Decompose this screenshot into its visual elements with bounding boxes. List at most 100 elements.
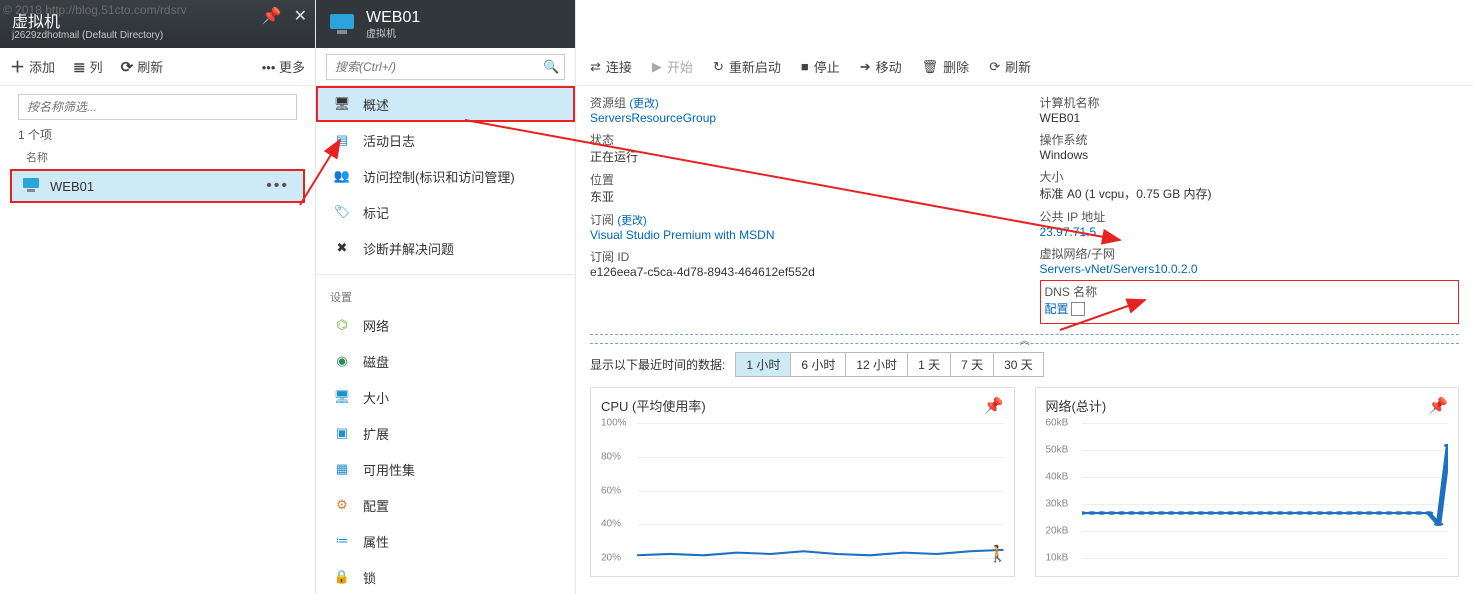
menu-search-input[interactable] — [326, 54, 565, 80]
stop-icon: ■ — [801, 59, 809, 74]
columns-button[interactable]: ≣列 — [73, 57, 103, 76]
os-label: 操作系统 — [1040, 133, 1088, 147]
col-header-name: 名称 — [26, 149, 297, 165]
nav-disks-label: 磁盘 — [363, 352, 389, 371]
chart-network[interactable]: 网络(总计) 📌 60kB 50kB 40kB 30kB 20kB 10kB — [1035, 387, 1460, 577]
delete-button[interactable]: 🗑删除 — [922, 57, 970, 76]
nav-tags[interactable]: 🏷 标记 — [316, 194, 575, 230]
nav-activity-log[interactable]: ▤ 活动日志 — [316, 122, 575, 158]
time-30d[interactable]: 30 天 — [994, 353, 1043, 376]
blade-vm-list: 虚拟机 j2629zdhotmail (Default Directory) 📌… — [0, 0, 315, 594]
filter-box — [18, 94, 297, 120]
vnet-value[interactable]: Servers-vNet/Servers10.0.2.0 — [1040, 262, 1198, 276]
avset-icon: ▦ — [333, 461, 351, 477]
nav-avset[interactable]: ▦可用性集 — [316, 451, 575, 487]
blade-head-left: 虚拟机 j2629zdhotmail (Default Directory) 📌… — [0, 0, 315, 48]
stop-button[interactable]: ■ 停止 — [801, 57, 840, 76]
restart-label: 重新启动 — [729, 57, 781, 76]
connect-label: 连接 — [606, 57, 632, 76]
filter-input[interactable] — [18, 94, 297, 120]
chart-cpu[interactable]: CPU (平均使用率) 📌 100% 80% 60% 40% 20% 🚶 — [590, 387, 1015, 577]
size-icon: 🖥 — [333, 389, 351, 405]
add-button[interactable]: ＋添加 — [10, 56, 55, 77]
left-cmdbar: ＋添加 ≣列 ⟳刷新 ••• 更多 — [0, 48, 315, 86]
collapse-bar[interactable]: ︽ — [590, 334, 1459, 344]
pip-value[interactable]: 23.97.71.5 — [1040, 225, 1097, 239]
time-1h[interactable]: 1 小时 — [736, 353, 791, 376]
play-icon: ▶ — [652, 59, 662, 75]
refresh-button[interactable]: ⟳刷新 — [121, 57, 164, 76]
charts-row: CPU (平均使用率) 📌 100% 80% 60% 40% 20% 🚶 网络(… — [576, 387, 1473, 577]
refresh-right-label: 刷新 — [1005, 57, 1031, 76]
nav-config[interactable]: ⚙配置 — [316, 487, 575, 523]
status-label: 状态 — [590, 133, 614, 147]
resource-nav: 🖥概述 ▤活动日志 👥访问控制(标识和访问管理) 🏷标记 ✖诊断并解决问题 设置… — [316, 86, 575, 594]
stop-label: 停止 — [814, 57, 840, 76]
pin-cpu-icon[interactable]: 📌 — [984, 396, 1004, 416]
activity-log-icon: ▤ — [333, 132, 351, 148]
nav-diagnose[interactable]: ✖诊断并解决问题 — [316, 230, 575, 266]
iam-icon: 👥 — [333, 168, 351, 184]
diagnose-icon: ✖ — [333, 240, 351, 256]
size-value: 标准 A0 (1 vcpu，0.75 GB 内存) — [1040, 187, 1212, 201]
sub-edit-link[interactable]: (更改) — [617, 215, 646, 227]
lock-icon: 🔒 — [333, 569, 351, 585]
time-6h[interactable]: 6 小时 — [791, 353, 846, 376]
time-7d[interactable]: 7 天 — [951, 353, 994, 376]
vm-icon — [22, 177, 40, 196]
move-label: 移动 — [876, 57, 902, 76]
nav-overview-label: 概述 — [363, 95, 389, 114]
chart-net-area: 60kB 50kB 40kB 30kB 20kB 10kB — [1082, 423, 1449, 558]
arrow-right-icon: ➔ — [860, 59, 871, 75]
properties-icon: ≔ — [333, 533, 351, 549]
move-button[interactable]: ➔ 移动 — [860, 57, 902, 76]
close-icon[interactable]: ✕ — [294, 6, 307, 26]
nav-properties[interactable]: ≔属性 — [316, 523, 575, 559]
net-line — [1082, 423, 1449, 558]
nav-activity-label: 活动日志 — [363, 131, 415, 150]
blade-head-mid: WEB01 虚拟机 — [316, 0, 575, 48]
rg-value[interactable]: ServersResourceGroup — [590, 111, 716, 125]
rg-edit-link[interactable]: (更改) — [629, 98, 658, 110]
nav-networking-label: 网络 — [363, 316, 389, 335]
nav-networking[interactable]: ⌬网络 — [316, 307, 575, 343]
loc-label: 位置 — [590, 173, 614, 187]
time-1d[interactable]: 1 天 — [908, 353, 951, 376]
pin-net-icon[interactable]: 📌 — [1428, 396, 1448, 416]
nav-locks-label: 锁 — [363, 568, 376, 587]
pin-icon[interactable]: 📌 — [262, 6, 282, 26]
time-12h[interactable]: 12 小时 — [846, 353, 908, 376]
nav-size-label: 大小 — [363, 388, 389, 407]
plus-icon: ＋ — [10, 56, 25, 77]
nav-overview[interactable]: 🖥概述 — [316, 86, 575, 122]
sub-value[interactable]: Visual Studio Premium with MSDN — [590, 228, 775, 242]
start-label: 开始 — [667, 57, 693, 76]
sub-label: 订阅 — [590, 213, 614, 227]
start-button[interactable]: ▶ 开始 — [652, 57, 693, 76]
chart-net-title: 网络(总计) — [1046, 396, 1449, 415]
nav-extensions[interactable]: ▣扩展 — [316, 415, 575, 451]
net-tick-10: 10kB — [1046, 553, 1069, 564]
tag-icon: 🏷 — [333, 204, 351, 220]
vm-row-web01[interactable]: WEB01 ••• — [10, 169, 305, 203]
more-button[interactable]: ••• 更多 — [262, 57, 305, 76]
comp-label: 计算机名称 — [1040, 96, 1100, 110]
refresh-button-right[interactable]: ⟳刷新 — [989, 57, 1031, 76]
dns-configure-link[interactable]: 配置 — [1045, 302, 1069, 316]
connect-button[interactable]: ⇄连接 — [590, 57, 632, 76]
nav-tags-label: 标记 — [363, 203, 389, 222]
delete-label: 删除 — [943, 57, 969, 76]
props-left-col: 资源组 (更改)ServersResourceGroup 状态正在运行 位置东亚… — [590, 94, 1010, 330]
nav-separator — [316, 274, 575, 275]
cpu-tick-40: 40% — [601, 519, 621, 530]
pip-label: 公共 IP 地址 — [1040, 210, 1106, 224]
copy-icon[interactable] — [1073, 304, 1085, 316]
restart-button[interactable]: ↻重新启动 — [713, 57, 781, 76]
nav-size[interactable]: 🖥 大小 — [316, 379, 575, 415]
nav-iam[interactable]: 👥访问控制(标识和访问管理) — [316, 158, 575, 194]
cpu-tick-100: 100% — [601, 418, 627, 429]
context-menu-icon[interactable]: ••• — [266, 177, 289, 195]
nav-disks[interactable]: ◉磁盘 — [316, 343, 575, 379]
trash-icon: 🗑 — [922, 59, 939, 75]
nav-locks[interactable]: 🔒锁 — [316, 559, 575, 594]
